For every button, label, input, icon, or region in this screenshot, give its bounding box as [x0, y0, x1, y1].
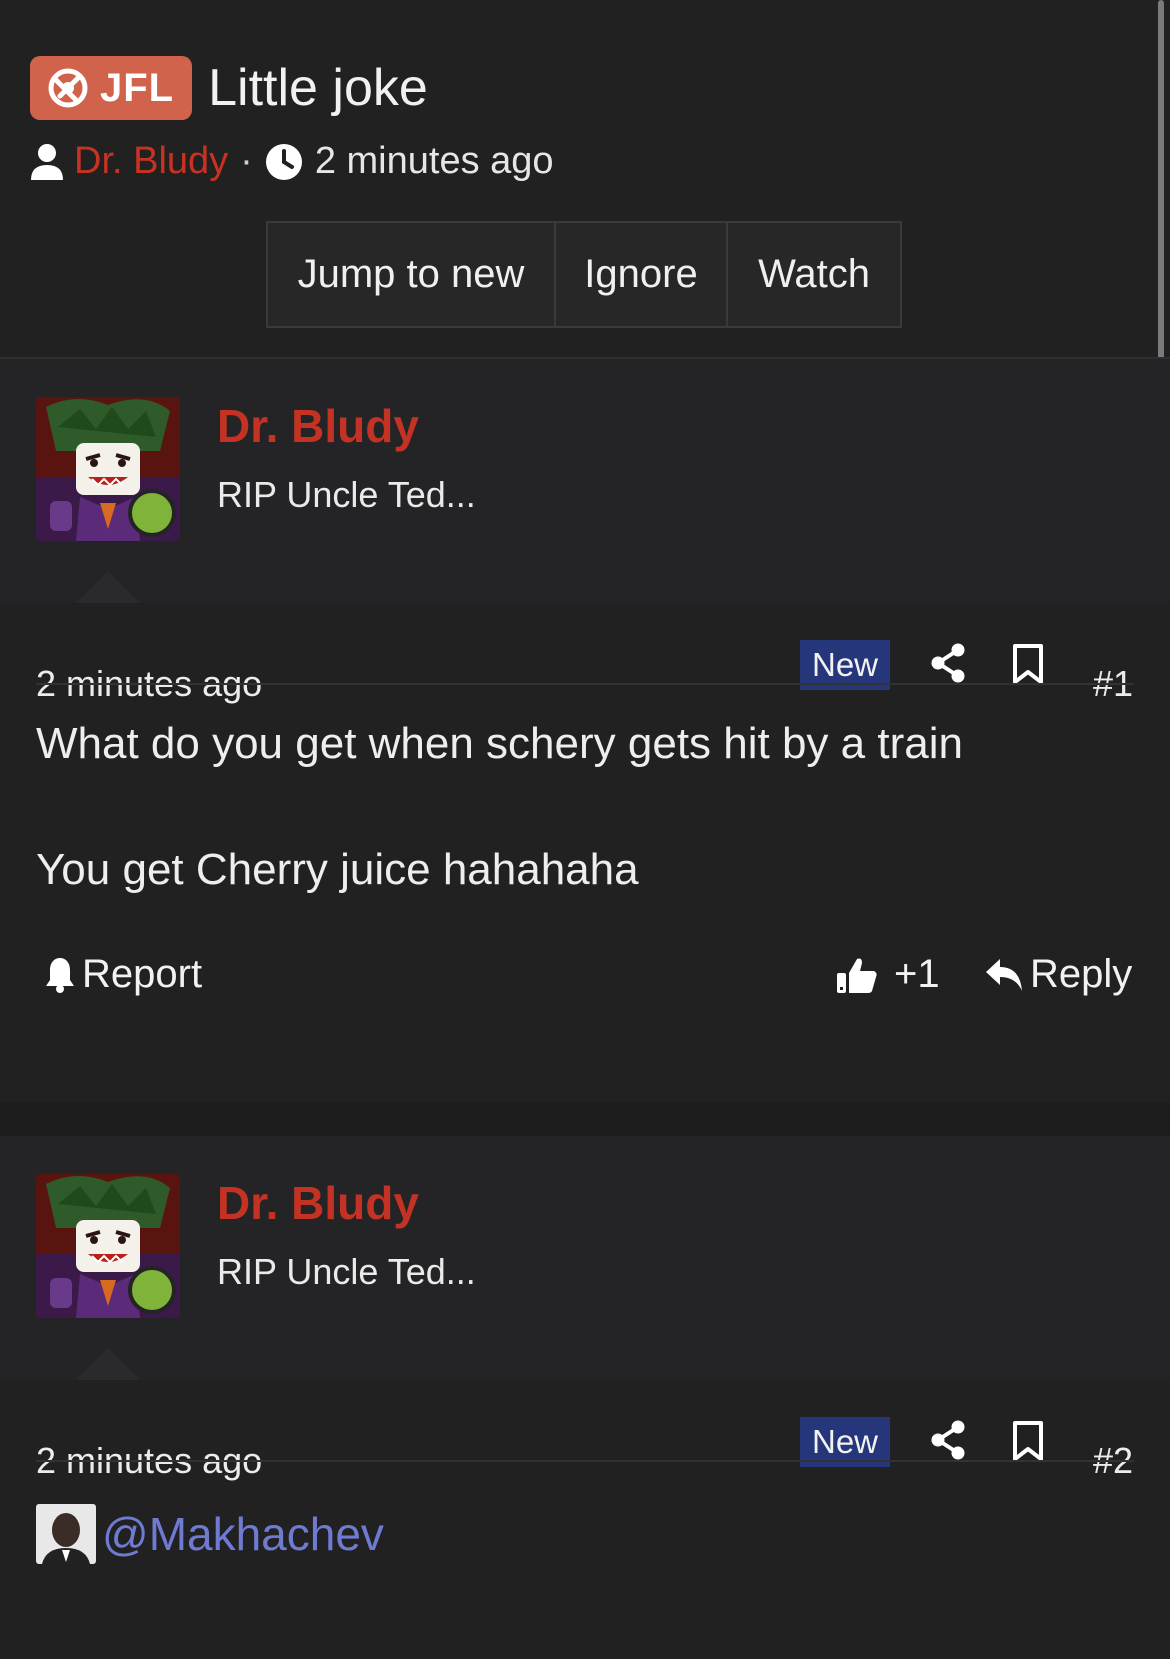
user-icon: [31, 143, 63, 180]
share-icon[interactable]: [930, 1420, 966, 1460]
post-1: Dr. Bludy RIP Uncle Ted... 2 minutes ago…: [0, 359, 1170, 1102]
thumbs-up-icon: [837, 958, 877, 993]
thread-author-link[interactable]: Dr. Bludy: [74, 140, 228, 183]
post-meta-divider: [36, 1460, 1134, 1462]
post-username[interactable]: Dr. Bludy: [217, 1176, 419, 1230]
reply-label: Reply: [1030, 952, 1133, 996]
jump-to-new-button[interactable]: Jump to new: [268, 223, 556, 326]
reply-icon: [986, 958, 1022, 991]
post-body: 2 minutes ago New #2 @Makhachev: [0, 1380, 1170, 1659]
post-gap: [0, 1102, 1170, 1136]
like-label: +1: [894, 952, 940, 996]
post-body: 2 minutes ago New #1 What do you get whe…: [0, 603, 1170, 1102]
report-button[interactable]: Report: [44, 952, 202, 997]
share-icon[interactable]: [930, 643, 966, 683]
brand-logo-icon: [48, 68, 88, 108]
watch-button[interactable]: Watch: [728, 223, 900, 326]
user-block-arrow: [74, 1348, 142, 1382]
thread-time[interactable]: 2 minutes ago: [315, 140, 554, 183]
bookmark-icon[interactable]: [1012, 643, 1044, 685]
thread-page: JFL Little joke Dr. Bludy · 2 minutes ag…: [0, 0, 1170, 1659]
post-meta-divider: [36, 683, 1134, 685]
post-user-title: RIP Uncle Ted...: [217, 1251, 476, 1292]
message-line: You get Cherry juice hahahaha: [36, 845, 639, 894]
ignore-button[interactable]: Ignore: [556, 223, 728, 326]
reply-button[interactable]: Reply: [984, 952, 1132, 997]
post-2: Dr. Bludy RIP Uncle Ted... 2 minutes ago…: [0, 1136, 1170, 1659]
user-mention[interactable]: @Makhachev: [36, 1504, 384, 1564]
post-user-block: Dr. Bludy RIP Uncle Ted...: [0, 359, 1170, 605]
online-status-dot: [128, 489, 176, 537]
mention-link[interactable]: @Makhachev: [102, 1507, 384, 1561]
report-label: Report: [82, 952, 203, 996]
thread-title: Little joke: [208, 59, 428, 117]
online-status-dot: [128, 1266, 176, 1314]
thread-title-row: JFL Little joke: [30, 56, 428, 120]
thread-prefix-label: JFL: [100, 65, 175, 110]
bookmark-icon[interactable]: [1012, 1420, 1044, 1462]
bell-icon: [46, 957, 74, 993]
post-user-block: Dr. Bludy RIP Uncle Ted...: [0, 1136, 1170, 1382]
meta-separator: ·: [240, 140, 253, 182]
thread-action-buttons: Jump to new Ignore Watch: [266, 221, 902, 328]
thread-header: JFL Little joke Dr. Bludy · 2 minutes ag…: [0, 0, 1170, 358]
post-username[interactable]: Dr. Bludy: [217, 399, 419, 453]
thread-prefix-badge[interactable]: JFL: [30, 56, 193, 120]
user-block-arrow: [74, 571, 142, 605]
thread-meta: Dr. Bludy · 2 minutes ago: [30, 140, 554, 183]
mention-avatar: [36, 1504, 96, 1564]
clock-icon: [265, 143, 302, 180]
post-user-title: RIP Uncle Ted...: [217, 474, 476, 515]
like-button[interactable]: +1: [836, 952, 940, 997]
message-line: What do you get when schery gets hit by …: [36, 719, 963, 768]
